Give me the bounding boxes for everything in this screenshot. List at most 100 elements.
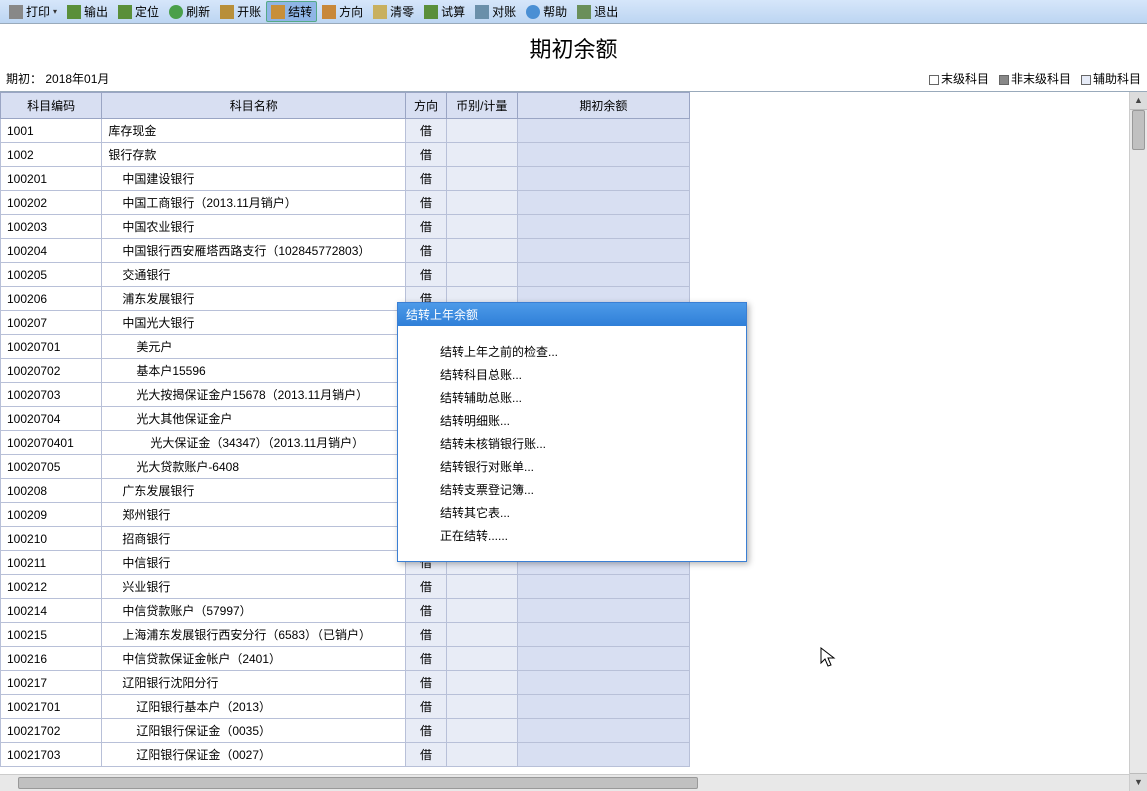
cell-code[interactable]: 1002	[1, 143, 102, 167]
horizontal-scrollbar[interactable]	[0, 774, 1129, 791]
cell-code[interactable]: 10020704	[1, 407, 102, 431]
cell-curr[interactable]	[446, 599, 517, 623]
cell-name[interactable]: 银行存款	[102, 143, 406, 167]
scroll-down-arrow[interactable]: ▼	[1130, 773, 1147, 791]
cell-dir[interactable]: 借	[406, 167, 447, 191]
cell-name[interactable]: 中信银行	[102, 551, 406, 575]
table-row[interactable]: 10021703辽阳银行保证金（0027）借	[1, 743, 690, 767]
cell-balance[interactable]	[517, 143, 689, 167]
cell-code[interactable]: 100214	[1, 599, 102, 623]
cell-name[interactable]: 中信贷款账户（57997）	[102, 599, 406, 623]
cell-code[interactable]: 10020705	[1, 455, 102, 479]
cell-code[interactable]: 100210	[1, 527, 102, 551]
cell-code[interactable]: 1001	[1, 119, 102, 143]
cell-code[interactable]: 100202	[1, 191, 102, 215]
cell-dir[interactable]: 借	[406, 743, 447, 767]
cell-curr[interactable]	[446, 743, 517, 767]
cell-code[interactable]: 10021701	[1, 695, 102, 719]
cell-balance[interactable]	[517, 263, 689, 287]
table-row[interactable]: 100215上海浦东发展银行西安分行（6583）（已销户）借	[1, 623, 690, 647]
cell-balance[interactable]	[517, 695, 689, 719]
toolbar-zero-button[interactable]: 清零	[368, 1, 419, 22]
table-row[interactable]: 100216中信贷款保证金帐户（2401）借	[1, 647, 690, 671]
col-header-name[interactable]: 科目名称	[102, 93, 406, 119]
cell-balance[interactable]	[517, 575, 689, 599]
table-row[interactable]: 1001库存现金借	[1, 119, 690, 143]
table-row[interactable]: 10021702辽阳银行保证金（0035）借	[1, 719, 690, 743]
cell-code[interactable]: 10020702	[1, 359, 102, 383]
cell-dir[interactable]: 借	[406, 191, 447, 215]
cell-name[interactable]: 光大其他保证金户	[102, 407, 406, 431]
toolbar-print-button[interactable]: 打印▾	[4, 1, 62, 22]
scroll-thumb[interactable]	[1132, 110, 1145, 150]
cell-dir[interactable]: 借	[406, 143, 447, 167]
toolbar-exit-button[interactable]: 退出	[572, 1, 623, 22]
cell-name[interactable]: 郑州银行	[102, 503, 406, 527]
table-row[interactable]: 100217辽阳银行沈阳分行借	[1, 671, 690, 695]
cell-curr[interactable]	[446, 239, 517, 263]
cell-dir[interactable]: 借	[406, 647, 447, 671]
cell-curr[interactable]	[446, 143, 517, 167]
table-row[interactable]: 100212兴业银行借	[1, 575, 690, 599]
table-row[interactable]: 100205交通银行借	[1, 263, 690, 287]
cell-name[interactable]: 辽阳银行保证金（0027）	[102, 743, 406, 767]
cell-curr[interactable]	[446, 191, 517, 215]
cell-dir[interactable]: 借	[406, 599, 447, 623]
toolbar-refresh-button[interactable]: 刷新	[164, 1, 215, 22]
cell-name[interactable]: 中国农业银行	[102, 215, 406, 239]
cell-name[interactable]: 辽阳银行保证金（0035）	[102, 719, 406, 743]
cell-name[interactable]: 光大按揭保证金户15678（2013.11月销户）	[102, 383, 406, 407]
cell-curr[interactable]	[446, 575, 517, 599]
cell-code[interactable]: 100207	[1, 311, 102, 335]
cell-name[interactable]: 库存现金	[102, 119, 406, 143]
cell-curr[interactable]	[446, 719, 517, 743]
cell-code[interactable]: 100208	[1, 479, 102, 503]
cell-name[interactable]: 辽阳银行沈阳分行	[102, 671, 406, 695]
dropdown-arrow-icon[interactable]: ▾	[53, 7, 57, 16]
cell-curr[interactable]	[446, 167, 517, 191]
cell-code[interactable]: 100203	[1, 215, 102, 239]
cell-name[interactable]: 兴业银行	[102, 575, 406, 599]
cell-name[interactable]: 浦东发展银行	[102, 287, 406, 311]
cell-curr[interactable]	[446, 623, 517, 647]
cell-balance[interactable]	[517, 239, 689, 263]
vertical-scrollbar[interactable]: ▲ ▼	[1129, 92, 1147, 791]
cell-balance[interactable]	[517, 191, 689, 215]
cell-code[interactable]: 10020701	[1, 335, 102, 359]
cell-name[interactable]: 广东发展银行	[102, 479, 406, 503]
table-row[interactable]: 100201中国建设银行借	[1, 167, 690, 191]
col-header-curr[interactable]: 币别/计量	[446, 93, 517, 119]
cell-curr[interactable]	[446, 215, 517, 239]
cell-code[interactable]: 100211	[1, 551, 102, 575]
cell-name[interactable]: 中国光大银行	[102, 311, 406, 335]
cell-code[interactable]: 100217	[1, 671, 102, 695]
table-row[interactable]: 1002银行存款借	[1, 143, 690, 167]
cell-code[interactable]: 100212	[1, 575, 102, 599]
table-row[interactable]: 100202中国工商银行（2013.11月销户）借	[1, 191, 690, 215]
cell-name[interactable]: 中国工商银行（2013.11月销户）	[102, 191, 406, 215]
cell-name[interactable]: 美元户	[102, 335, 406, 359]
cell-name[interactable]: 基本户15596	[102, 359, 406, 383]
table-row[interactable]: 100214中信贷款账户（57997）借	[1, 599, 690, 623]
cell-code[interactable]: 100216	[1, 647, 102, 671]
cell-dir[interactable]: 借	[406, 671, 447, 695]
cell-name[interactable]: 交通银行	[102, 263, 406, 287]
toolbar-trial-button[interactable]: 试算	[419, 1, 470, 22]
cell-name[interactable]: 中国建设银行	[102, 167, 406, 191]
cell-code[interactable]: 100204	[1, 239, 102, 263]
cell-balance[interactable]	[517, 623, 689, 647]
hscroll-thumb[interactable]	[18, 777, 698, 789]
toolbar-open-button[interactable]: 开账	[215, 1, 266, 22]
cell-curr[interactable]	[446, 647, 517, 671]
cell-name[interactable]: 上海浦东发展银行西安分行（6583）（已销户）	[102, 623, 406, 647]
table-row[interactable]: 100204中国银行西安雁塔西路支行（102845772803）借	[1, 239, 690, 263]
cell-name[interactable]: 中信贷款保证金帐户（2401）	[102, 647, 406, 671]
cell-name[interactable]: 光大保证金（34347）（2013.11月销户）	[102, 431, 406, 455]
cell-dir[interactable]: 借	[406, 119, 447, 143]
cell-balance[interactable]	[517, 647, 689, 671]
cell-code[interactable]: 100206	[1, 287, 102, 311]
cell-dir[interactable]: 借	[406, 719, 447, 743]
cell-balance[interactable]	[517, 719, 689, 743]
cell-code[interactable]: 10020703	[1, 383, 102, 407]
cell-curr[interactable]	[446, 671, 517, 695]
